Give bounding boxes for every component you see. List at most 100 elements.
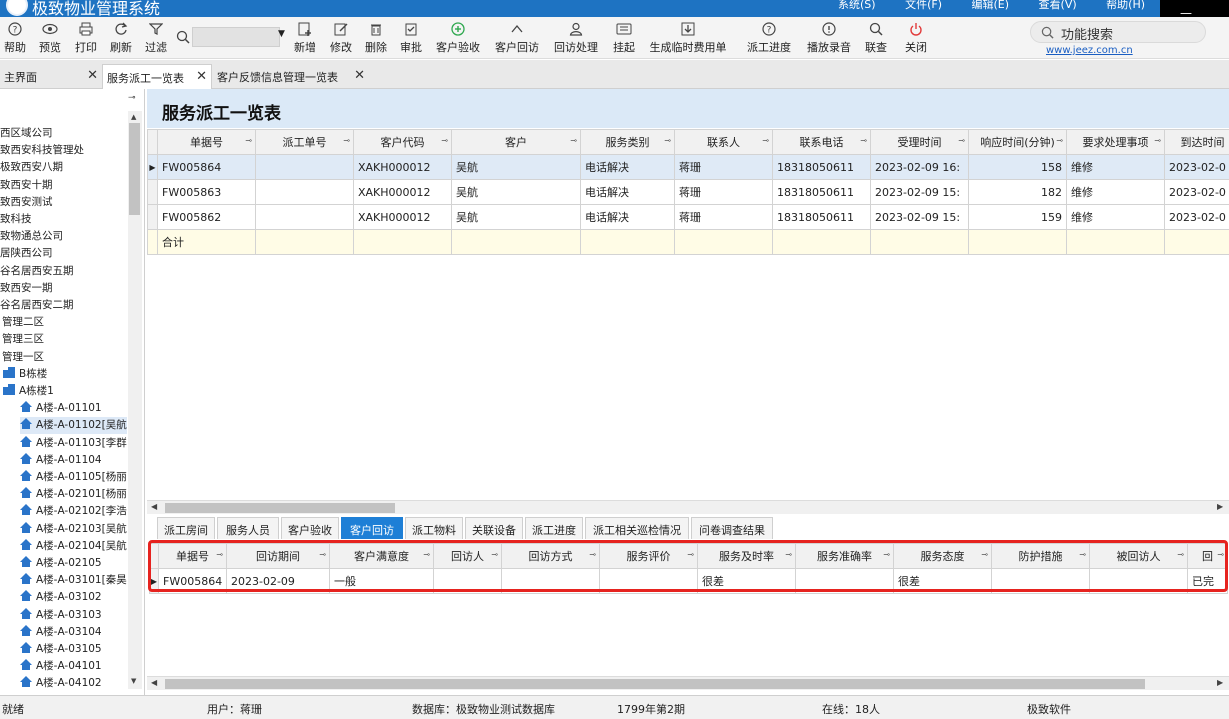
column-header[interactable]: 客户 ⊸ [451, 129, 581, 155]
table-cell[interactable]: 吴航 [451, 179, 581, 205]
print-button[interactable]: 打印 [74, 19, 98, 55]
table-cell[interactable]: 电话解决 [580, 154, 675, 180]
preview-button[interactable]: 预览 [38, 19, 62, 55]
column-header[interactable]: 要求处理事项 ⊸ [1066, 129, 1165, 155]
revisit-handle-button[interactable]: 回访处理 [553, 19, 599, 55]
menu-help[interactable]: 帮助(H) [1106, 0, 1145, 11]
table-cell[interactable] [255, 204, 354, 230]
main-grid-hscrollbar[interactable]: ◀ ▶ [147, 500, 1229, 514]
tree-item[interactable]: 谷名居西安二期 [0, 297, 127, 314]
close-icon[interactable]: ✕ [196, 69, 207, 84]
scroll-down-icon[interactable]: ▼ [131, 677, 136, 685]
suspend-button[interactable]: 挂起 [611, 19, 637, 55]
dispatch-progress-button[interactable]: ? 派工进度 [746, 19, 792, 55]
table-cell[interactable]: 2023-02-09 15: [870, 204, 969, 230]
table-cell[interactable]: 维修 [1066, 154, 1165, 180]
edit-button[interactable]: 修改 [328, 19, 354, 55]
scroll-left-icon[interactable]: ◀ [151, 678, 157, 687]
generate-temp-fee-button[interactable]: 生成临时费用单 [648, 19, 728, 55]
tree-item[interactable]: 谷名居西安五期 [0, 263, 127, 280]
table-cell[interactable]: 吴航 [451, 204, 581, 230]
subtab[interactable]: 派工进度 [525, 517, 583, 539]
tab-customer-feedback[interactable]: 客户反馈信息管理一览表 ✕ [213, 64, 369, 89]
close-icon[interactable]: ✕ [87, 68, 98, 83]
tree-item[interactable]: 致物通总公司 [0, 228, 127, 245]
minimize-icon[interactable]: — [1180, 6, 1192, 17]
subtab[interactable]: 派工相关巡检情况 [585, 517, 689, 539]
table-cell[interactable]: 蒋珊 [674, 179, 773, 205]
pin-icon[interactable]: ⊸ [128, 93, 136, 103]
menu-edit[interactable]: 编辑(E) [972, 0, 1010, 11]
pin-icon[interactable]: ⊸ [1056, 136, 1063, 145]
table-cell[interactable]: FW005863 [157, 179, 256, 205]
tree-item[interactable]: 极致西安八期 [0, 159, 127, 176]
detail-grid-hscrollbar[interactable]: ◀ ▶ [147, 676, 1229, 690]
subtab[interactable]: 派工房间 [157, 517, 215, 539]
tree-item[interactable]: 致科技 [0, 211, 127, 228]
tree-item[interactable]: 管理三区 [2, 331, 127, 348]
tree-item[interactable]: 致西安一期 [0, 280, 127, 297]
tab-service-dispatch[interactable]: 服务派工一览表 ✕ [102, 64, 212, 89]
table-cell[interactable]: 182 [968, 179, 1067, 205]
table-cell[interactable]: 159 [968, 204, 1067, 230]
table-cell[interactable]: 蒋珊 [674, 154, 773, 180]
tree-item[interactable]: A楼-A-03101[秦昊 [20, 572, 127, 589]
add-button[interactable]: 新增 [292, 19, 318, 55]
close-icon[interactable]: ✕ [354, 68, 365, 83]
scroll-thumb[interactable] [165, 679, 1145, 689]
table-row[interactable]: FW005862 XAKH000012 吴航 电话解决 蒋珊 18318050611 202… [147, 204, 1229, 230]
tree-item[interactable]: 西区域公司 [0, 125, 127, 142]
table-cell[interactable]: 18318050611 [772, 204, 871, 230]
menu-system[interactable]: 系统(S) [838, 0, 876, 11]
subtab[interactable]: 客户验收 [281, 517, 339, 539]
scroll-left-icon[interactable]: ◀ [151, 502, 157, 511]
help-button[interactable]: ? 帮助 [3, 19, 27, 55]
subtab[interactable]: 问卷调查结果 [691, 517, 773, 539]
column-header[interactable]: 客户代码 ⊸ [353, 129, 452, 155]
delete-button[interactable]: 删除 [363, 19, 389, 55]
pin-icon[interactable]: ⊸ [441, 136, 448, 145]
linked-query-button[interactable]: 联查 [863, 19, 889, 55]
subtab[interactable]: 关联设备 [465, 517, 523, 539]
column-header[interactable]: 联系人 ⊸ [674, 129, 773, 155]
tree-item[interactable]: A楼-A-02101[杨丽 [20, 486, 127, 503]
table-cell[interactable]: 2023-02-0 [1164, 154, 1229, 180]
scroll-thumb[interactable] [129, 123, 140, 215]
play-recording-button[interactable]: 播放录音 [806, 19, 852, 55]
table-cell[interactable]: 维修 [1066, 204, 1165, 230]
search-input[interactable] [192, 27, 280, 47]
tree-item[interactable]: A楼-A-02104[吴航 [20, 538, 127, 555]
subtab[interactable]: 派工物料 [405, 517, 463, 539]
table-cell[interactable]: 电话解决 [580, 179, 675, 205]
function-search-input[interactable]: 功能搜索 [1030, 21, 1206, 43]
table-cell[interactable]: 158 [968, 154, 1067, 180]
pin-icon[interactable]: ⊸ [762, 136, 769, 145]
table-row[interactable]: ▶ FW005864 XAKH000012 吴航 电话解决 蒋珊 18318050611 20… [147, 154, 1229, 180]
tree-item[interactable]: B栋楼 [3, 366, 127, 383]
scroll-right-icon[interactable]: ▶ [1217, 678, 1223, 687]
table-cell[interactable]: 蒋珊 [674, 204, 773, 230]
tree-item[interactable]: 居陕西公司 [0, 245, 127, 262]
table-cell[interactable] [255, 179, 354, 205]
menu-file[interactable]: 文件(F) [905, 0, 942, 11]
tree-item[interactable]: A楼-A-03103 [20, 607, 127, 624]
tree-item[interactable]: A楼-A-01103[李群 [20, 435, 127, 452]
table-cell[interactable]: FW005864 [157, 154, 256, 180]
tree-item[interactable]: A楼-A-02105 [20, 555, 127, 572]
scroll-up-icon[interactable]: ▲ [131, 113, 136, 121]
table-cell[interactable]: XAKH000012 [353, 154, 452, 180]
pin-icon[interactable]: ⊸ [664, 136, 671, 145]
tree-item[interactable]: 致西安十期 [0, 177, 127, 194]
pin-icon[interactable]: ⊸ [570, 136, 577, 145]
scroll-thumb[interactable] [165, 503, 395, 513]
pin-icon[interactable]: ⊸ [245, 136, 252, 145]
subtab[interactable]: 服务人员 [217, 517, 279, 539]
menu-view[interactable]: 查看(V) [1039, 0, 1077, 11]
pin-icon[interactable]: ⊸ [860, 136, 867, 145]
tree-item[interactable]: A楼-A-04101 [20, 658, 127, 675]
table-cell[interactable]: 2023-02-0 [1164, 179, 1229, 205]
chevron-down-icon[interactable]: ▼ [278, 29, 285, 39]
column-header[interactable]: 单据号 ⊸ [157, 129, 256, 155]
table-cell[interactable]: 18318050611 [772, 179, 871, 205]
tab-main[interactable]: 主界面 ✕ [0, 64, 102, 89]
